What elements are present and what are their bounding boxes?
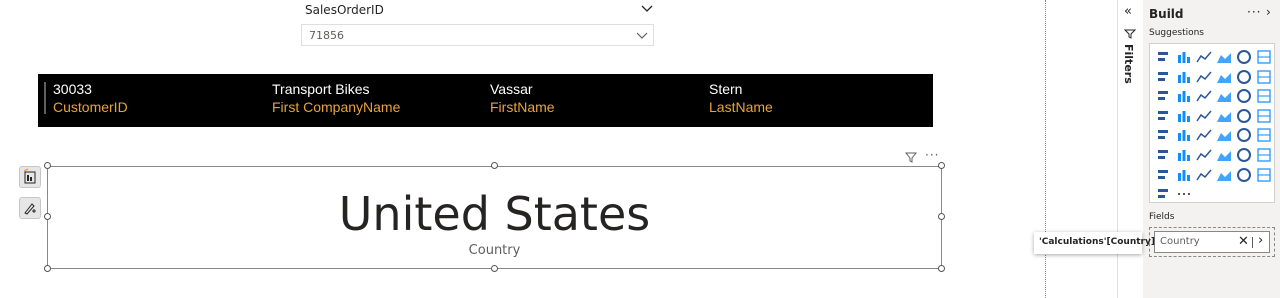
slicer-title: SalesOrderID <box>305 3 384 17</box>
shape-map-icon[interactable] <box>1216 108 1232 124</box>
visual-icon-grid <box>1154 48 1274 205</box>
more-options-icon[interactable]: ··· <box>1247 5 1261 19</box>
card-field-value: Transport Bikes <box>272 81 370 97</box>
ribbon-chart-icon[interactable] <box>1156 88 1172 104</box>
decomposition-tree-icon[interactable] <box>1216 147 1232 163</box>
area-chart-icon[interactable] <box>1176 69 1192 85</box>
card-field-label: First CompanyName <box>272 99 401 115</box>
format-visual-button[interactable] <box>19 197 41 219</box>
arcgis-map-icon[interactable] <box>1236 167 1252 183</box>
card-field-value: Stern <box>709 81 743 97</box>
power-automate-icon[interactable] <box>1216 167 1232 183</box>
filled-map-icon[interactable] <box>1196 108 1212 124</box>
card-value: United States <box>338 187 651 241</box>
custom-visual-icon[interactable] <box>1156 186 1172 202</box>
100pct-stacked-column-chart-icon[interactable] <box>1256 49 1272 65</box>
resize-handle[interactable] <box>491 162 498 169</box>
visual-type-button[interactable] <box>19 166 41 188</box>
resize-handle[interactable] <box>938 265 945 272</box>
card-visual-icon <box>23 168 36 184</box>
table-icon[interactable] <box>1236 127 1252 143</box>
multi-row-card-icon[interactable] <box>1176 127 1192 143</box>
field-chip-label: Country <box>1160 236 1200 247</box>
power-apps-icon[interactable] <box>1196 167 1212 183</box>
scatter-chart-icon[interactable] <box>1216 88 1232 104</box>
python-visual-icon[interactable] <box>1176 147 1192 163</box>
visual-gallery <box>1149 43 1275 203</box>
more-visuals-icon[interactable] <box>1176 186 1192 202</box>
resize-handle[interactable] <box>491 265 498 272</box>
filter-icon[interactable] <box>904 150 918 164</box>
pie-chart-icon[interactable] <box>1236 88 1252 104</box>
100pct-stacked-area-chart-icon[interactable] <box>1216 69 1232 85</box>
fields-label: Fields <box>1149 212 1175 222</box>
paginated-report-icon[interactable] <box>1256 147 1272 163</box>
line-chart-icon[interactable] <box>1156 69 1172 85</box>
remove-field-icon[interactable]: ✕ <box>1238 234 1249 249</box>
stacked-column-chart-icon[interactable] <box>1176 49 1192 65</box>
line-and-column-chart-icon[interactable] <box>1236 69 1252 85</box>
azure-map-icon[interactable] <box>1236 108 1252 124</box>
resize-handle[interactable] <box>938 162 945 169</box>
qna-icon[interactable] <box>1236 147 1252 163</box>
slicer-dropdown[interactable]: 71856 <box>301 24 654 46</box>
card-field: Transport Bikes First CompanyName <box>272 80 482 116</box>
build-pane: Build ··· › Suggestions Fields Country ✕… <box>1143 0 1280 298</box>
multi-row-card[interactable]: 30033 CustomerID Transport Bikes First C… <box>38 74 933 127</box>
stacked-bar-chart-icon[interactable] <box>1156 49 1172 65</box>
waterfall-chart-icon[interactable] <box>1176 88 1192 104</box>
map-icon[interactable] <box>1176 108 1192 124</box>
stacked-area-chart-icon[interactable] <box>1196 69 1212 85</box>
clustered-column-chart-icon[interactable] <box>1216 49 1232 65</box>
smart-narrative-icon[interactable] <box>1176 167 1192 183</box>
resize-handle[interactable] <box>44 265 51 272</box>
clustered-bar-chart-icon[interactable] <box>1196 49 1212 65</box>
matrix-icon[interactable] <box>1256 127 1272 143</box>
slicer-icon[interactable] <box>1216 127 1232 143</box>
r-visual-icon[interactable] <box>1156 147 1172 163</box>
100pct-stacked-bar-chart-icon[interactable] <box>1236 49 1252 65</box>
line-and-stacked-column-chart-icon[interactable] <box>1256 69 1272 85</box>
resize-handle[interactable] <box>44 162 51 169</box>
donut-chart-icon[interactable] <box>1256 88 1272 104</box>
card-label: Country <box>468 243 521 258</box>
treemap-icon[interactable] <box>1156 108 1172 124</box>
card-field: 30033 CustomerID <box>53 80 263 116</box>
suggestions-label: Suggestions <box>1149 28 1204 38</box>
field-tooltip: 'Calculations'[Country] <box>1034 232 1155 254</box>
fields-well[interactable]: Country ✕ › <box>1149 227 1275 257</box>
card-field-value: 30033 <box>53 81 92 97</box>
card-field: Stern LastName <box>709 80 919 116</box>
field-chip[interactable]: Country ✕ › <box>1154 231 1270 253</box>
tooltip-text: 'Calculations'[Country] <box>1039 237 1155 247</box>
filters-label[interactable]: Filters <box>1122 44 1135 84</box>
card-field-value: Vassar <box>490 81 533 97</box>
build-pane-title: Build <box>1149 7 1184 21</box>
card-field: Vassar FirstName <box>490 80 700 116</box>
metrics-icon[interactable] <box>1156 167 1172 183</box>
funnel-chart-icon[interactable] <box>1196 88 1212 104</box>
key-influencers-icon[interactable] <box>1196 147 1212 163</box>
kpi-icon[interactable] <box>1196 127 1212 143</box>
card-field-label: LastName <box>709 99 773 115</box>
chevron-down-icon <box>636 32 648 39</box>
collapse-chevrons-icon[interactable]: › <box>1266 5 1271 19</box>
card-row-accent-bar <box>44 82 46 114</box>
card-icon[interactable] <box>1156 127 1172 143</box>
more-options-icon[interactable]: ··· <box>925 148 939 162</box>
card-field-label: CustomerID <box>53 99 128 115</box>
get-more-visuals-icon[interactable] <box>1256 167 1272 183</box>
gauge-icon[interactable] <box>1256 108 1272 124</box>
filter-icon <box>1124 29 1136 39</box>
paintbrush-icon <box>24 203 36 215</box>
report-canvas: SalesOrderID 71856 30033 CustomerID Tran… <box>0 0 1046 298</box>
collapse-chevrons-icon[interactable]: « <box>1124 4 1132 19</box>
chip-separator <box>1252 237 1253 248</box>
chevron-down-icon[interactable] <box>640 2 654 16</box>
chevron-right-icon[interactable]: › <box>1258 233 1263 248</box>
slicer-selected-value: 71856 <box>309 29 344 42</box>
card-field-label: FirstName <box>490 99 555 115</box>
